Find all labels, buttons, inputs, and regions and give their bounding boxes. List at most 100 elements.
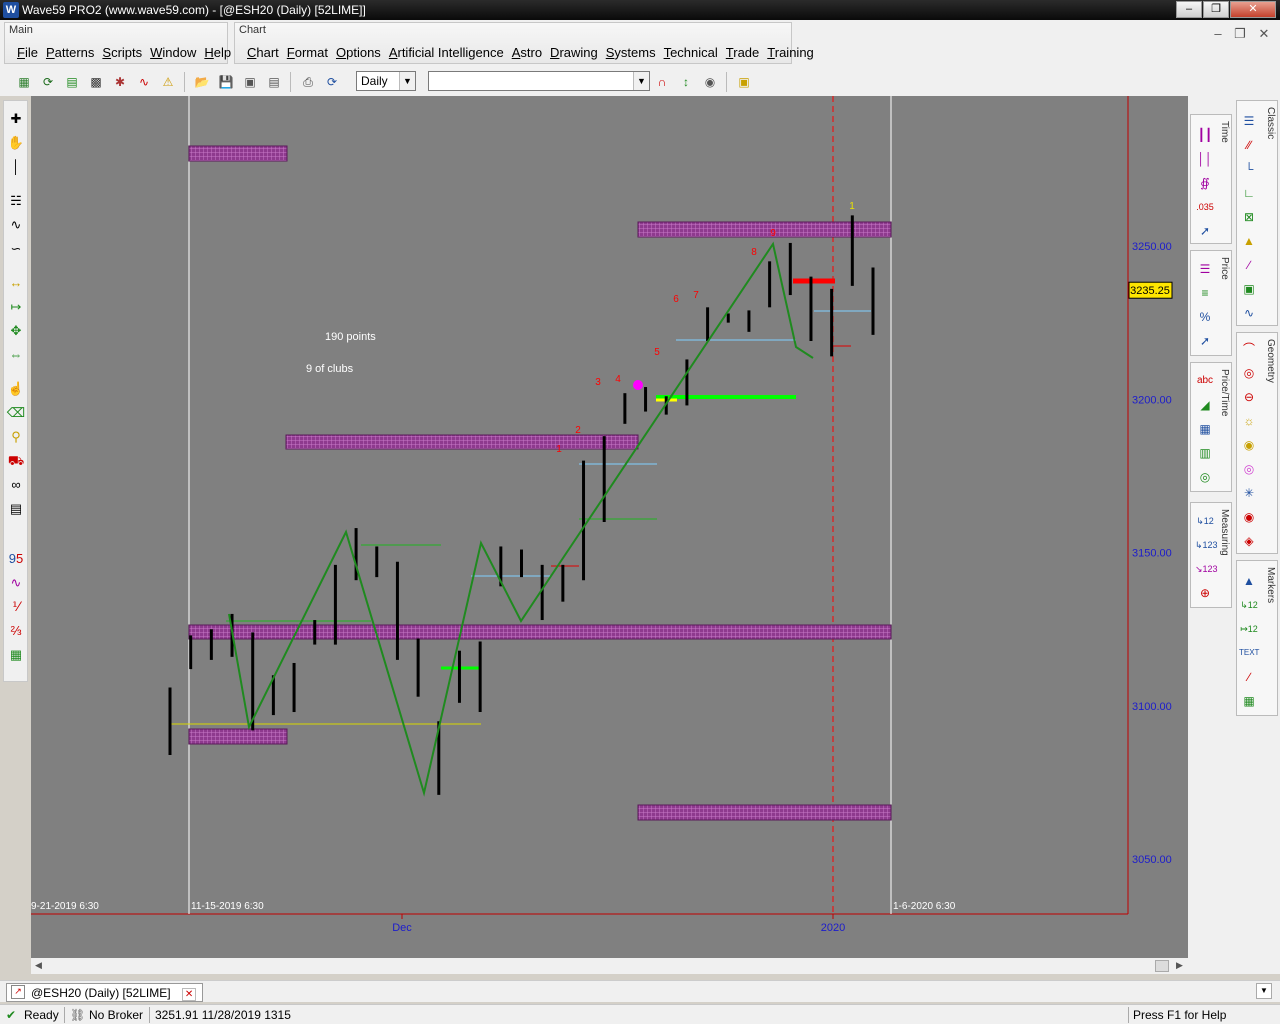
price-time-panel-tab[interactable]: Price/Time <box>1219 369 1230 416</box>
mdi-close-icon[interactable]: ✕ <box>1254 26 1274 44</box>
pointer-hand-icon[interactable]: ☝ <box>6 379 26 399</box>
grid-marker-icon[interactable]: ▦ <box>1239 691 1259 711</box>
percent-icon[interactable]: % <box>1195 307 1215 327</box>
wave-icon[interactable]: ∿ <box>134 72 154 92</box>
sun-icon[interactable]: ☼ <box>1239 411 1259 431</box>
layout-icon[interactable]: ▤ <box>264 72 284 92</box>
tab-list-chevron-icon[interactable]: ▼ <box>1256 983 1272 999</box>
ruler-icon[interactable]: ▤ <box>6 499 26 519</box>
gann-icon[interactable]: ▥ <box>1195 443 1215 463</box>
pitchfork-icon[interactable]: └ <box>1239 159 1259 179</box>
wave-tool-icon[interactable]: ∿ <box>6 573 26 593</box>
spread-icon[interactable]: ⇔ <box>6 345 26 365</box>
arrow-up-icon[interactable]: ▲ <box>1239 571 1259 591</box>
redo-icon[interactable]: ⟳ <box>322 72 342 92</box>
menu-options[interactable]: Options <box>332 45 385 60</box>
square-icon[interactable]: ◢ <box>1195 395 1215 415</box>
interval-select[interactable]: Daily ▼ <box>356 71 416 91</box>
classic-panel-tab[interactable]: Classic <box>1265 107 1276 139</box>
geometry-panel-tab[interactable]: Geometry <box>1265 339 1276 383</box>
menu-window[interactable]: Window <box>146 45 200 60</box>
measure-one-icon[interactable]: ↳12 <box>1195 511 1215 531</box>
magnet-icon[interactable]: ∩ <box>652 72 672 92</box>
text-tool-icon[interactable]: abc <box>1195 371 1215 391</box>
template-icon[interactable]: ▣ <box>240 72 260 92</box>
eye-tool-icon[interactable]: ◉ <box>1239 435 1259 455</box>
document-tab[interactable]: ↗ @ESH20 (Daily) [52LIME] ✕ <box>6 983 204 1002</box>
channel-icon[interactable]: ∕∕ <box>1239 135 1259 155</box>
menu-trade[interactable]: Trade <box>722 45 764 60</box>
lasso-icon[interactable]: ∞ <box>6 475 26 495</box>
vertical-line-icon[interactable]: │ <box>6 157 26 177</box>
menu-artificial-intelligence[interactable]: Artificial Intelligence <box>385 45 508 60</box>
measure-three-icon[interactable]: ↘123 <box>1195 559 1218 579</box>
close-tab-icon[interactable]: ✕ <box>181 988 197 1001</box>
square-box-icon[interactable]: ▣ <box>1239 279 1259 299</box>
mdi-restore-icon[interactable]: ❐ <box>1230 26 1250 44</box>
line-marker-icon[interactable]: ∕ <box>1239 667 1259 687</box>
up-down-arrows-icon[interactable]: ↕ <box>676 72 696 92</box>
menu-chart[interactable]: Chart <box>243 45 283 60</box>
menu-technical[interactable]: Technical <box>660 45 722 60</box>
symbol-select[interactable]: ▼ <box>428 71 650 91</box>
menu-scripts[interactable]: Scripts <box>98 45 146 60</box>
diamond-icon[interactable]: ◈ <box>1239 531 1259 551</box>
chevron-down-icon[interactable]: ▼ <box>399 72 415 90</box>
menu-drawing[interactable]: Drawing <box>546 45 602 60</box>
price-levels-icon[interactable]: ☰ <box>1195 259 1215 279</box>
menu-training[interactable]: Training <box>763 45 818 60</box>
save-icon[interactable]: 💾 <box>216 72 236 92</box>
target-icon[interactable]: ◎ <box>1239 459 1259 479</box>
open-folder-icon[interactable]: 📂 <box>192 72 212 92</box>
count-two-icon[interactable]: ⅔ <box>6 621 26 641</box>
price-fan-icon[interactable]: ≡ <box>1195 283 1215 303</box>
curve-icon[interactable]: ∽ <box>6 239 26 259</box>
add-symbol-icon[interactable]: ▤ <box>62 72 82 92</box>
minimize-button[interactable]: – <box>1176 1 1202 18</box>
trendline-icon[interactable]: ☰ <box>1239 111 1259 131</box>
menu-astro[interactable]: Astro <box>508 45 546 60</box>
arc-icon[interactable]: ⌒ <box>1239 339 1259 359</box>
mdi-minimize-icon[interactable]: – <box>1208 26 1228 44</box>
markers-panel-tab[interactable]: Markers <box>1265 567 1276 603</box>
print-icon[interactable]: ⎙ <box>298 72 318 92</box>
scroll-right-icon[interactable]: ▶ <box>1176 960 1183 971</box>
grid-icon[interactable]: ▦ <box>1195 419 1215 439</box>
menu-help[interactable]: Help <box>200 45 235 60</box>
new-chart-icon[interactable]: ▦ <box>14 72 34 92</box>
range-icon[interactable]: ↔ <box>6 273 26 293</box>
hand-icon[interactable]: ✋ <box>6 133 26 153</box>
expand-icon[interactable]: ↦ <box>6 297 26 317</box>
time-panel-tab[interactable]: Time <box>1219 121 1230 143</box>
parallel-icon[interactable]: ∕ <box>1239 255 1259 275</box>
folder-icon[interactable]: ▣ <box>734 72 754 92</box>
chevron-down-icon[interactable]: ▼ <box>633 72 649 90</box>
crosshair-icon[interactable]: ✚ <box>6 109 26 129</box>
time-lines-icon[interactable]: ┃┃ <box>1195 125 1215 145</box>
count-one-icon[interactable]: ⅟ <box>6 597 26 617</box>
eye-icon[interactable]: ◉ <box>700 72 720 92</box>
trash-icon[interactable]: ⌫ <box>6 403 26 423</box>
indicator-icon[interactable]: ✱ <box>110 72 130 92</box>
wave-pattern-icon[interactable]: ∿ <box>1239 303 1259 323</box>
chart-canvas[interactable]: 1 2 3 4 5 6 7 8 9 1 3250.00 3200.00 3150.00 3100.00 30… <box>31 96 1188 958</box>
time-cycles-icon[interactable]: ││ <box>1195 149 1215 169</box>
zigzag-icon[interactable]: ∿ <box>6 215 26 235</box>
horizontal-scrollbar[interactable]: ◀ ▶ <box>31 958 1188 974</box>
truck-icon[interactable]: ⛟ <box>6 451 26 471</box>
fan-icon[interactable]: ∟ <box>1239 183 1259 203</box>
crosshair-target-icon[interactable]: ⊕ <box>1195 583 1215 603</box>
circle-icon[interactable]: ◎ <box>1239 363 1259 383</box>
ring-icon[interactable]: ◉ <box>1239 507 1259 527</box>
time-projection-icon[interactable]: ➚ <box>1195 221 1215 241</box>
data-window-icon[interactable]: ▩ <box>86 72 106 92</box>
time-ratio-icon[interactable]: .035 <box>1195 197 1215 217</box>
marker-two-icon[interactable]: ↦12 <box>1239 619 1259 639</box>
pattern-icon[interactable]: ▦ <box>6 645 26 665</box>
nine-five-icon[interactable]: 95 <box>6 549 26 569</box>
price-projection-icon[interactable]: ➚ <box>1195 331 1215 351</box>
star-icon[interactable]: ✳ <box>1239 483 1259 503</box>
maximize-button[interactable]: ❐ <box>1203 1 1229 18</box>
scroll-thumb[interactable] <box>1155 960 1169 972</box>
price-chart[interactable]: 1 2 3 4 5 6 7 8 9 1 3250.00 3200.00 3150.00 3100.00 30… <box>31 96 1188 958</box>
